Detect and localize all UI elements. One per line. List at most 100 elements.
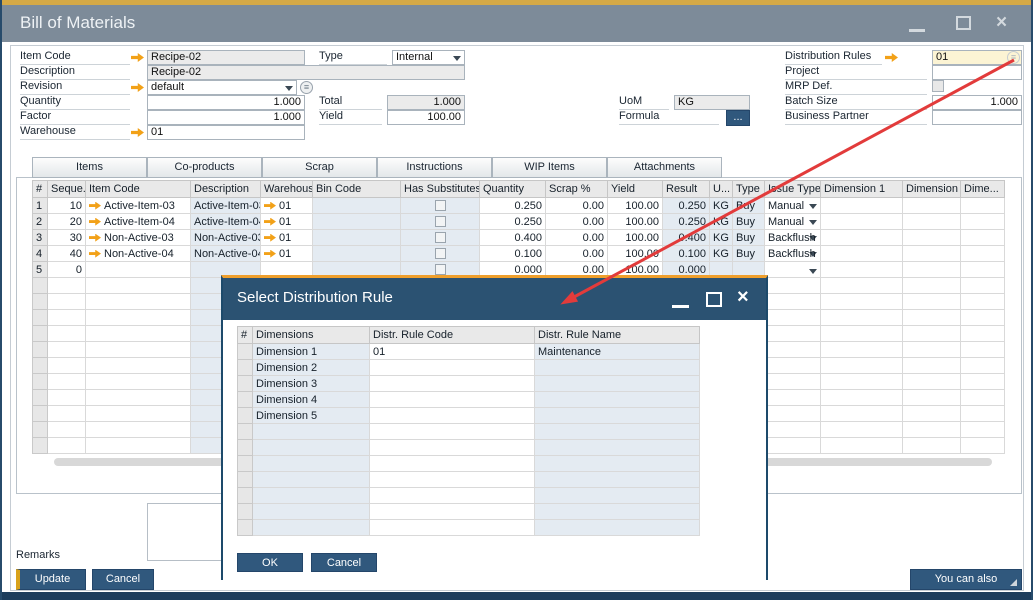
empty-cell[interactable] [370, 520, 535, 536]
warehouse-cell[interactable]: 01 [261, 246, 313, 262]
dimension-2-cell[interactable] [903, 214, 961, 230]
rule-name-cell[interactable]: Maintenance [535, 344, 700, 360]
empty-cell[interactable] [961, 374, 1005, 390]
dimension-2-cell[interactable] [903, 246, 961, 262]
empty-cell[interactable] [961, 294, 1005, 310]
dime-cell[interactable] [961, 198, 1005, 214]
bin-code-cell[interactable] [313, 230, 401, 246]
sequence-cell[interactable]: 20 [48, 214, 86, 230]
description-cell[interactable]: Active-Item-03 [191, 198, 261, 214]
issue-type-cell[interactable]: Backflush [765, 246, 821, 262]
col-header-dimension-1[interactable]: Dimension 1 [821, 181, 903, 198]
chevron-down-icon[interactable] [809, 236, 817, 241]
formula-browse-button[interactable]: ... [726, 110, 750, 126]
empty-cell[interactable] [961, 422, 1005, 438]
empty-cell[interactable] [765, 278, 821, 294]
col-header-num[interactable]: # [238, 327, 253, 344]
empty-cell[interactable] [370, 504, 535, 520]
dimension-cell[interactable]: Dimension 5 [253, 408, 370, 424]
substitute-checkbox[interactable] [435, 248, 446, 259]
empty-cell[interactable] [765, 342, 821, 358]
empty-cell[interactable] [253, 472, 370, 488]
issue-type-cell[interactable]: Backflush [765, 230, 821, 246]
col-header-item-code[interactable]: Item Code [86, 181, 191, 198]
link-arrow-icon[interactable] [264, 202, 276, 210]
col-header-uom[interactable]: U... [710, 181, 733, 198]
tab-items[interactable]: Items [32, 157, 147, 178]
empty-cell[interactable] [86, 294, 191, 310]
issue-type-cell[interactable]: Manual [765, 198, 821, 214]
warehouse-cell[interactable]: 01 [261, 230, 313, 246]
col-header-quantity[interactable]: Quantity [480, 181, 546, 198]
quantity-cell[interactable]: 0.400 [480, 230, 546, 246]
factor-field[interactable]: 1.000 [147, 110, 305, 125]
col-header-sequence[interactable]: Seque... [48, 181, 86, 198]
empty-cell[interactable] [48, 326, 86, 342]
link-arrow-icon[interactable] [264, 234, 276, 242]
empty-cell[interactable] [765, 422, 821, 438]
empty-cell[interactable] [253, 504, 370, 520]
quantity-cell[interactable]: 0.250 [480, 214, 546, 230]
empty-cell[interactable] [370, 456, 535, 472]
col-header-has-substitutes[interactable]: Has Substitutes [401, 181, 480, 198]
minimize-button[interactable] [902, 5, 932, 42]
project-field[interactable] [932, 65, 1022, 80]
empty-cell[interactable] [821, 374, 903, 390]
empty-cell[interactable] [48, 390, 86, 406]
dialog-cancel-button[interactable]: Cancel [311, 553, 377, 572]
revision-edit-icon[interactable]: ≡ [300, 81, 313, 94]
empty-cell[interactable] [535, 440, 700, 456]
dimension-1-cell[interactable] [821, 198, 903, 214]
empty-cell[interactable] [535, 488, 700, 504]
issue-type-cell[interactable]: Manual [765, 214, 821, 230]
empty-cell[interactable] [253, 520, 370, 536]
bin-code-cell[interactable] [313, 246, 401, 262]
tab-scrap[interactable]: Scrap [262, 157, 377, 178]
empty-cell[interactable] [48, 374, 86, 390]
item-code-cell[interactable]: Non-Active-03 [86, 230, 191, 246]
col-header-result[interactable]: Result [663, 181, 710, 198]
has-substitutes-cell[interactable] [401, 230, 480, 246]
dime-cell[interactable] [961, 230, 1005, 246]
dialog-close-button[interactable]: × [731, 278, 761, 320]
empty-cell[interactable] [961, 278, 1005, 294]
rule-code-cell[interactable] [370, 392, 535, 408]
empty-cell[interactable] [535, 456, 700, 472]
empty-cell[interactable] [253, 424, 370, 440]
chevron-down-icon[interactable] [809, 220, 817, 225]
substitute-checkbox[interactable] [435, 216, 446, 227]
tab-co-products[interactable]: Co-products [147, 157, 262, 178]
empty-cell[interactable] [903, 358, 961, 374]
yield-field[interactable]: 100.00 [387, 110, 465, 125]
col-header-dimensions[interactable]: Dimensions [253, 327, 370, 344]
dimension-2-cell[interactable] [903, 262, 961, 278]
bin-code-cell[interactable] [313, 198, 401, 214]
empty-cell[interactable] [86, 438, 191, 454]
empty-cell[interactable] [86, 390, 191, 406]
business-partner-field[interactable] [932, 110, 1022, 125]
empty-cell[interactable] [765, 374, 821, 390]
empty-cell[interactable] [86, 406, 191, 422]
description-cell[interactable]: Non-Active-04 [191, 246, 261, 262]
has-substitutes-cell[interactable] [401, 246, 480, 262]
empty-cell[interactable] [961, 406, 1005, 422]
substitute-checkbox[interactable] [435, 232, 446, 243]
quantity-cell[interactable]: 0.100 [480, 246, 546, 262]
empty-cell[interactable] [86, 358, 191, 374]
mrp-def-checkbox[interactable] [932, 80, 944, 92]
issue-type-cell[interactable] [765, 262, 821, 278]
dimension-cell[interactable]: Dimension 1 [253, 344, 370, 360]
empty-cell[interactable] [821, 294, 903, 310]
empty-cell[interactable] [821, 310, 903, 326]
rule-name-cell[interactable] [535, 392, 700, 408]
rule-code-cell[interactable] [370, 408, 535, 424]
dimension-2-cell[interactable] [903, 198, 961, 214]
has-substitutes-cell[interactable] [401, 198, 480, 214]
substitute-checkbox[interactable] [435, 200, 446, 211]
dialog-ok-button[interactable]: OK [237, 553, 303, 572]
rule-code-cell[interactable] [370, 376, 535, 392]
tab-attachments[interactable]: Attachments [607, 157, 722, 178]
sequence-cell[interactable]: 10 [48, 198, 86, 214]
empty-cell[interactable] [903, 438, 961, 454]
empty-cell[interactable] [253, 488, 370, 504]
